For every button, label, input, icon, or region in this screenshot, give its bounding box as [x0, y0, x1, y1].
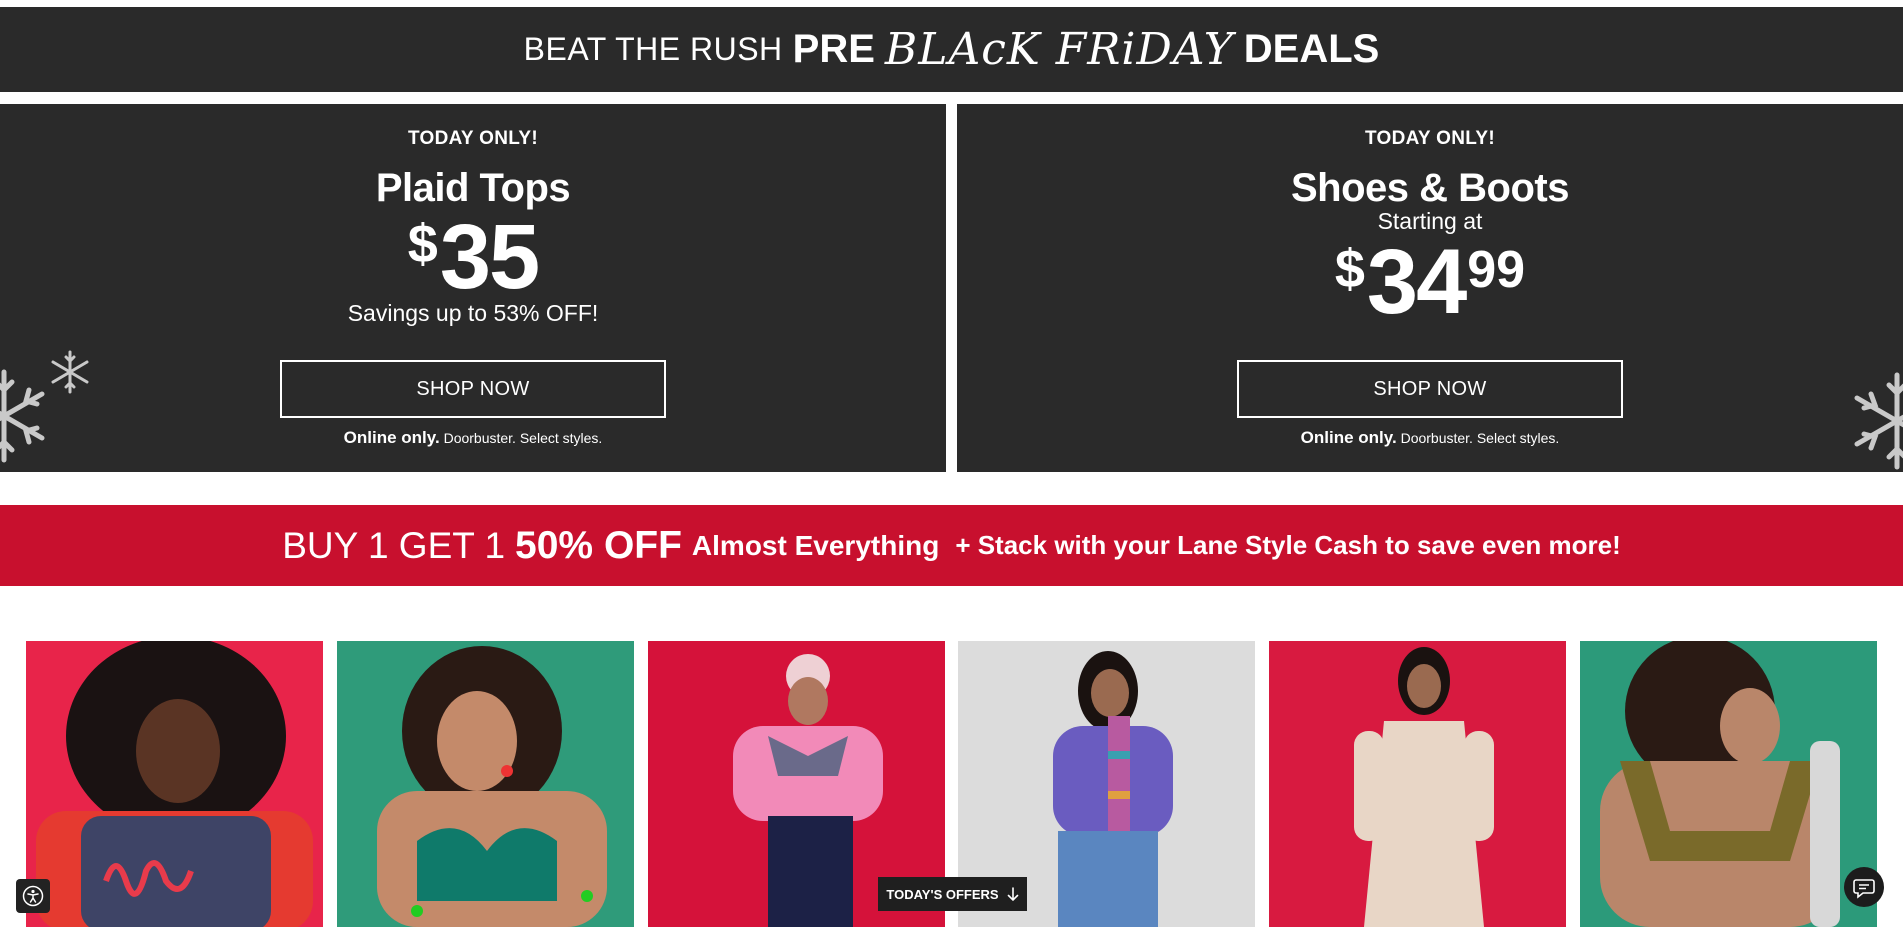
bogo-lead: BUY 1 GET 1 — [282, 524, 506, 566]
fineprint-bold: Online only. — [1300, 428, 1397, 447]
pre-black-friday-banner[interactable]: BEAT THE RUSH PRE BLAcK FRiDAY DEALS — [0, 7, 1903, 92]
promo-savings: Savings up to 53% OFF! — [347, 300, 599, 326]
promo-headline: Shoes & Boots — [1291, 166, 1569, 210]
fineprint-bold: Online only. — [343, 428, 440, 447]
price-amount: 35 — [439, 206, 540, 308]
snowflake-icon — [0, 369, 45, 463]
banner-deals: DEALS — [1243, 27, 1380, 71]
category-tile-bra[interactable] — [337, 641, 634, 927]
promo-fineprint: Online only. Doorbuster. Select styles. — [0, 428, 946, 448]
banner-prefix: BEAT THE RUSH — [523, 31, 783, 67]
price-currency: $ — [1334, 239, 1365, 299]
fineprint-rest: Doorbuster. Select styles. — [443, 430, 603, 446]
promo-price: $ 34 99 — [957, 236, 1903, 328]
category-tile-sweater-dress[interactable] — [1269, 641, 1566, 927]
bogo-scope: Almost Everything — [691, 529, 940, 561]
price-amount: 34 — [1366, 231, 1467, 333]
accessibility-button[interactable] — [16, 879, 50, 913]
todays-offers-button[interactable]: TODAY'S OFFERS — [878, 877, 1027, 911]
promo-headline: Plaid Tops — [375, 166, 571, 210]
promo-price: $ 35 — [0, 211, 946, 303]
price-currency: $ — [407, 214, 438, 274]
tile-image — [337, 641, 634, 927]
snowflake-icon — [51, 350, 89, 394]
promo-shoes-boots[interactable]: TODAY ONLY! Shoes & Boots Starting at $ … — [957, 104, 1903, 472]
chat-button[interactable] — [1844, 867, 1884, 907]
shop-now-button[interactable]: SHOP NOW — [1237, 360, 1623, 418]
fineprint-rest: Doorbuster. Select styles. — [1400, 430, 1560, 446]
chat-icon — [1853, 879, 1875, 899]
todays-offers-label: TODAY'S OFFERS — [886, 886, 999, 902]
bogo-offer: 50% OFF — [515, 523, 682, 567]
shop-now-button[interactable]: SHOP NOW — [280, 360, 666, 418]
category-tile-holly-sweatshirt[interactable] — [26, 641, 323, 927]
bogo-banner[interactable]: BUY 1 GET 1 50% OFF Almost Everything + … — [0, 505, 1903, 586]
promo-eyebrow: TODAY ONLY! — [1364, 128, 1495, 149]
snowflake-icon — [1854, 372, 1903, 470]
promo-eyebrow: TODAY ONLY! — [407, 128, 538, 149]
price-cents: 99 — [1467, 241, 1526, 299]
tile-image — [26, 641, 323, 927]
tile-image — [1580, 641, 1877, 927]
banner-black-friday: BLAcK FRiDAY — [884, 24, 1234, 75]
bogo-stack-message: + Stack with your Lane Style Cash to sav… — [955, 530, 1621, 560]
tile-image — [1269, 641, 1566, 927]
promo-plaid-tops[interactable]: TODAY ONLY! Plaid Tops $ 35 Savings up t… — [0, 104, 946, 472]
category-tile-back-bra[interactable] — [1580, 641, 1877, 927]
arrow-down-icon — [1007, 887, 1018, 901]
banner-pre: PRE — [792, 27, 875, 71]
accessibility-icon — [22, 885, 44, 907]
promo-fineprint: Online only. Doorbuster. Select styles. — [957, 428, 1903, 448]
